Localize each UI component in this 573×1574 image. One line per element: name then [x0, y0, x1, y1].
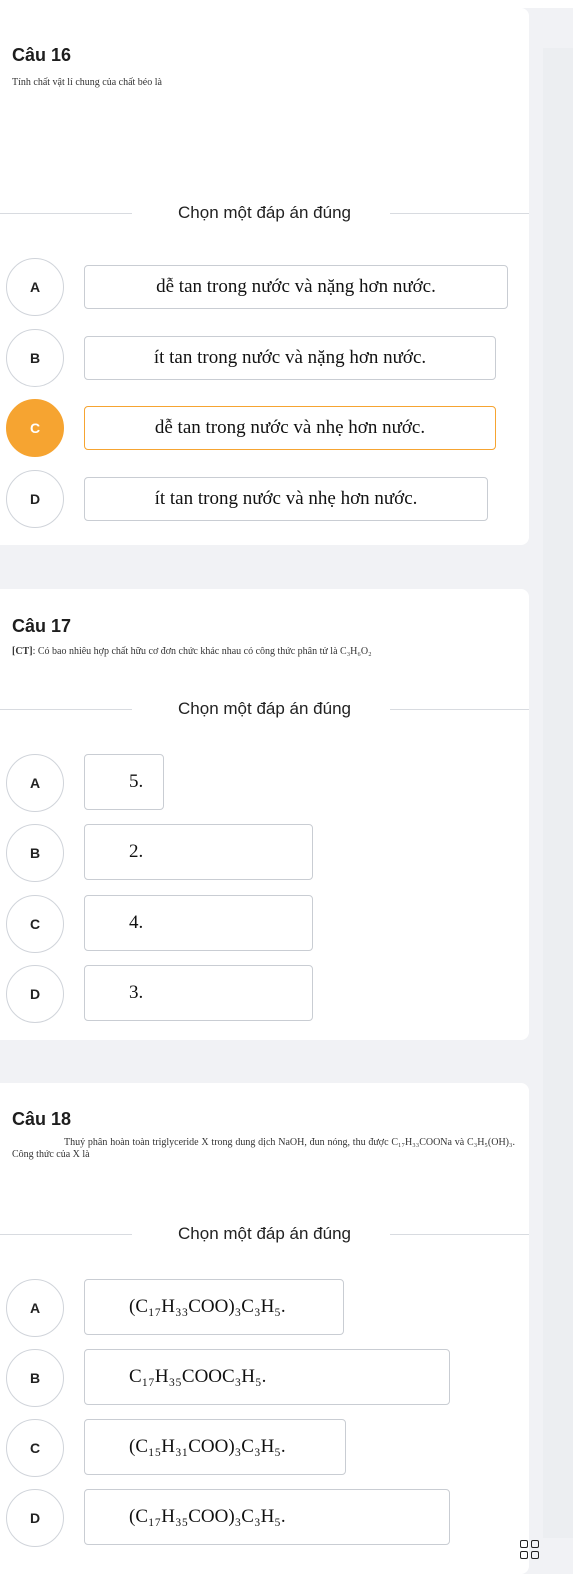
option-letter[interactable]: A: [6, 754, 64, 812]
answer-prompt: Chọn một đáp án đúng: [0, 1224, 529, 1244]
scrollbar-track[interactable]: [543, 48, 573, 1538]
question-body: : Có bao nhiêu hợp chất hữu cơ đơn chức …: [32, 646, 372, 657]
option-letter[interactable]: C: [6, 895, 64, 953]
option-text[interactable]: 2.: [84, 824, 313, 880]
option-letter[interactable]: D: [6, 470, 64, 528]
option-text[interactable]: 3.: [84, 965, 313, 1021]
option-letter[interactable]: A: [6, 258, 64, 316]
option-text[interactable]: ít tan trong nước và nặng hơn nước.: [84, 336, 496, 380]
question-text: Tính chất vật lí chung của chất béo là: [12, 77, 162, 88]
option-text[interactable]: ít tan trong nước và nhẹ hơn nước.: [84, 477, 488, 521]
option-text-selected[interactable]: dễ tan trong nước và nhẹ hơn nước.: [84, 406, 496, 450]
question-title: Câu 16: [12, 45, 72, 65]
option-letter-selected[interactable]: C: [6, 399, 64, 457]
answer-prompt-label: Chọn một đáp án đúng: [178, 203, 351, 222]
answer-prompt-label: Chọn một đáp án đúng: [178, 699, 351, 718]
grid-icon[interactable]: [520, 1540, 542, 1562]
option-text[interactable]: C₁₇H₃₅COOC₃H₅.: [84, 1349, 450, 1405]
option-text[interactable]: 4.: [84, 895, 313, 951]
question-card-18: Câu 18 Thuỷ phân hoàn toàn triglyceride …: [0, 1083, 529, 1574]
option-text[interactable]: dễ tan trong nước và nặng hơn nước.: [84, 265, 508, 309]
option-text[interactable]: (C₁₇H₃₅COO)₃C₃H₅.: [84, 1489, 450, 1545]
option-letter[interactable]: C: [6, 1419, 64, 1477]
option-letter[interactable]: B: [6, 1349, 64, 1407]
option-letter[interactable]: D: [6, 1489, 64, 1547]
question-tag: [CT]: [12, 646, 33, 657]
question-title: Câu 18: [12, 1109, 72, 1129]
top-bar: [0, 0, 573, 8]
option-letter[interactable]: A: [6, 1279, 64, 1337]
question-title: Câu 17: [12, 616, 72, 636]
option-letter[interactable]: B: [6, 824, 64, 882]
option-letter[interactable]: D: [6, 965, 64, 1023]
option-text[interactable]: 5.: [84, 754, 164, 810]
question-text: [CT]: Có bao nhiêu hợp chất hữu cơ đơn c…: [12, 646, 515, 658]
answer-prompt: Chọn một đáp án đúng: [0, 699, 529, 719]
question-card-16: Câu 16 Tính chất vật lí chung của chất b…: [0, 8, 529, 545]
question-text: Thuỷ phân hoàn toàn triglyceride X trong…: [12, 1137, 515, 1160]
question-card-17: Câu 17 [CT]: Có bao nhiêu hợp chất hữu c…: [0, 589, 529, 1040]
option-text[interactable]: (C₁₇H₃₃COO)₃C₃H₅.: [84, 1279, 344, 1335]
answer-prompt: Chọn một đáp án đúng: [0, 203, 529, 223]
option-letter[interactable]: B: [6, 329, 64, 387]
answer-prompt-label: Chọn một đáp án đúng: [178, 1224, 351, 1243]
option-text[interactable]: (C₁₅H₃₁COO)₃C₃H₅.: [84, 1419, 346, 1475]
